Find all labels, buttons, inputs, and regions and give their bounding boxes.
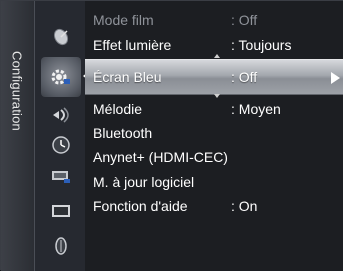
category-tab: Configuration (1, 1, 35, 271)
menu-item-label: Mélodie (93, 101, 143, 117)
menu-item-value: : On (231, 198, 258, 214)
menu-item-anynet[interactable]: Anynet+ (HDMI-CEC) (85, 146, 343, 170)
menu-item-value: : Off (231, 12, 258, 28)
menu-item-maj-logiciel[interactable]: M. à jour logiciel (85, 171, 343, 195)
sound-wave-icon[interactable] (49, 105, 73, 125)
menu-item-label: Fonction d'aide (93, 198, 188, 214)
clock-icon[interactable] (49, 135, 73, 155)
menu-item-mode-film[interactable]: Mode film : Off (85, 9, 343, 33)
menu-item-label: Anynet+ (HDMI-CEC) (93, 149, 228, 165)
menu-item-label: Effet lumière (93, 37, 172, 53)
menu-item-label: Bluetooth (93, 125, 153, 141)
menu-item-label: M. à jour logiciel (93, 174, 195, 190)
input-icon[interactable] (49, 166, 73, 186)
scroll-up-indicator (214, 54, 220, 58)
gear-setup-icon[interactable] (49, 67, 73, 87)
menu-item-label: Mode film (93, 12, 154, 28)
menu-item-value: : Off (231, 69, 258, 85)
screen-icon[interactable] (49, 201, 73, 221)
menu-item-bluetooth[interactable]: Bluetooth (85, 122, 343, 146)
submenu-arrow-icon (331, 72, 340, 84)
menu-item-value: : Moyen (231, 101, 281, 117)
menu-item-melodie[interactable]: Mélodie : Moyen (85, 98, 343, 122)
menu-item-fonction-aide[interactable]: Fonction d'aide : On (85, 195, 343, 219)
support-icon[interactable] (49, 236, 73, 256)
osd-menu-window: Configuration Mode film : Off Effet lumi… (0, 0, 343, 271)
menu-item-label: Écran Bleu (93, 69, 162, 85)
menu-item-ecran-bleu-selected[interactable]: Écran Bleu : Off (85, 59, 343, 95)
settings-menu-list: Mode film : Off Effet lumière : Toujours… (85, 1, 343, 271)
satellite-dish-icon[interactable] (49, 27, 73, 47)
category-label: Configuration (9, 51, 25, 131)
menu-item-value: : Toujours (231, 37, 292, 53)
